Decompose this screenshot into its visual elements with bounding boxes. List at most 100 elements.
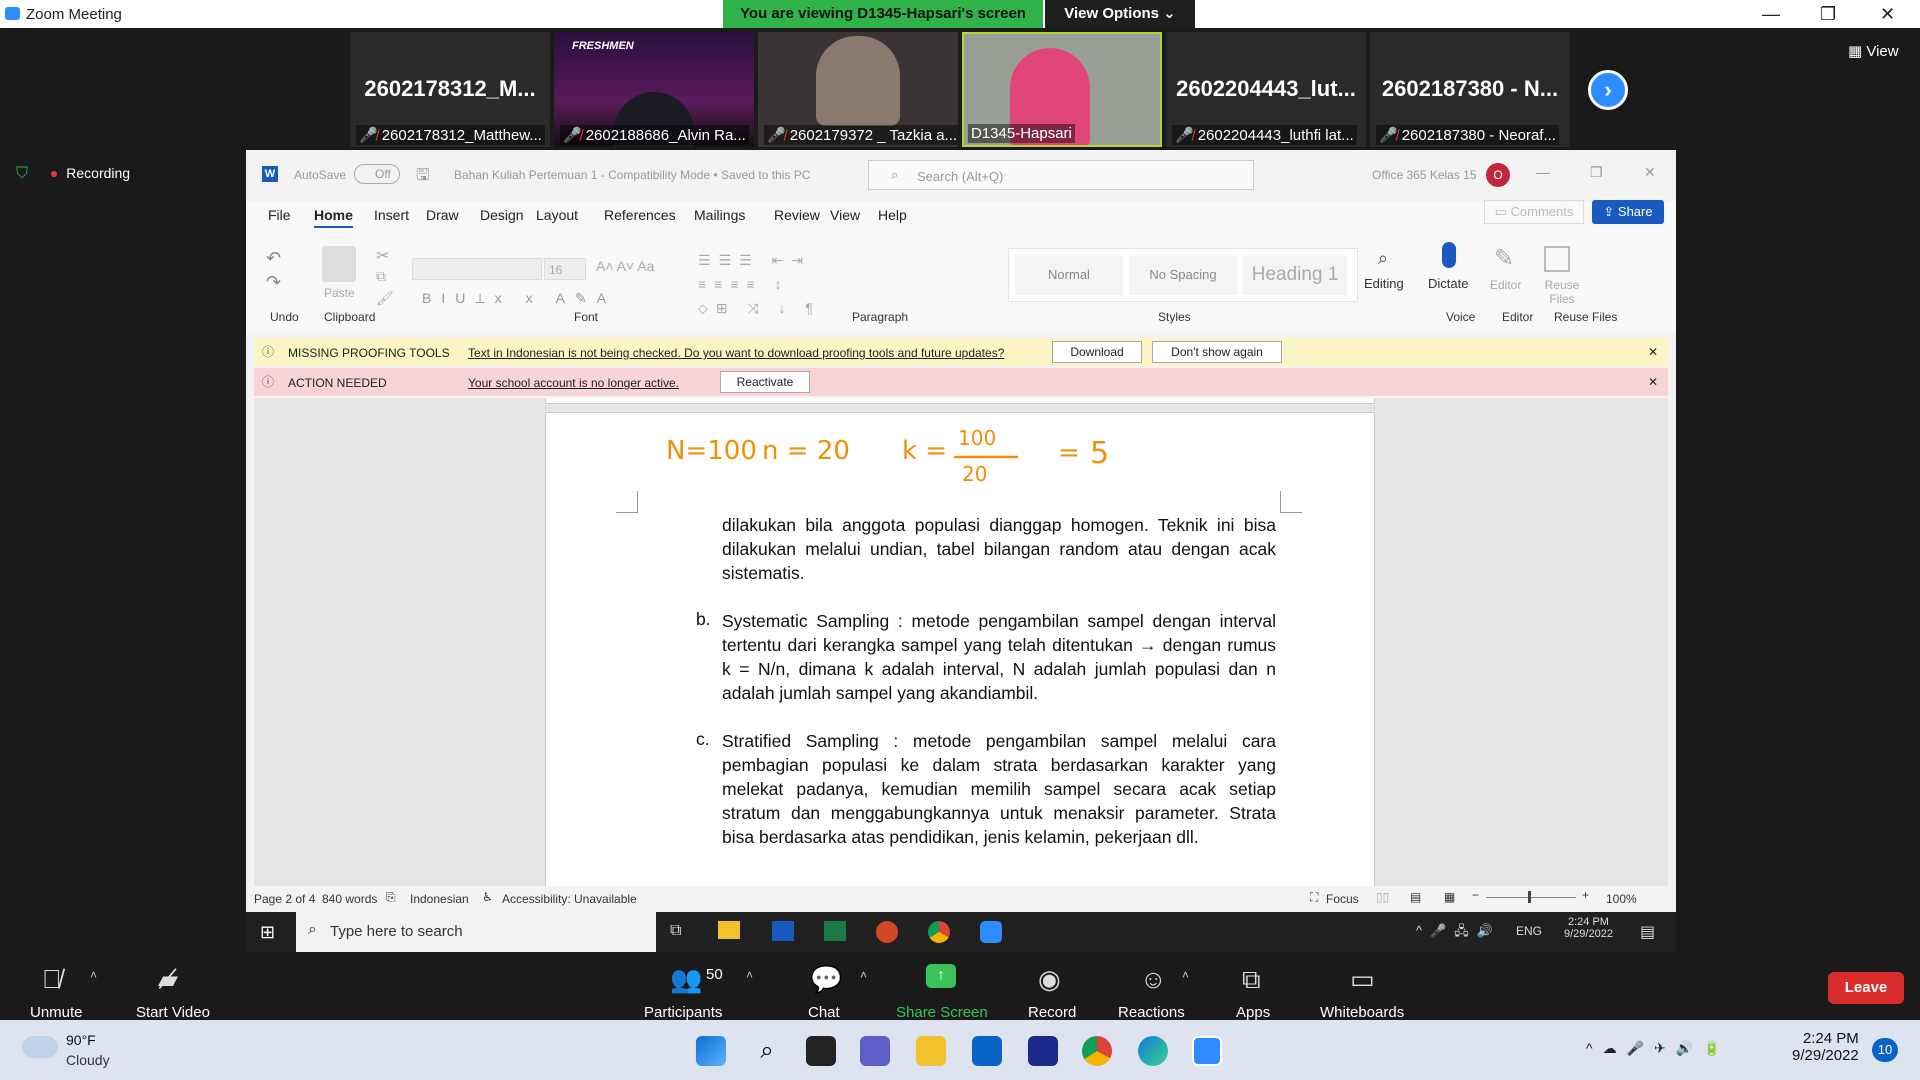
tab-review[interactable]: Review [774,207,820,223]
system-tray-icons[interactable]: ^☁🎤✈🔊🔋 [1586,1040,1731,1057]
participant-tile[interactable]: 2602187380 - N... 🎤̸ 2602187380 - Neoraf.… [1370,32,1570,147]
system-tray-icons[interactable]: ^🎤🖧🔊 [1416,922,1501,944]
tab-insert[interactable]: Insert [374,207,409,223]
participant-tile[interactable]: FRESHMEN 🎤̸ 2602188686_Alvin Ra... [554,32,754,147]
chevron-up-icon[interactable]: ˄ [860,968,867,982]
participants-button[interactable]: Participants [644,1004,722,1021]
participant-tile[interactable]: 2602204443_lut... 🎤̸ 2602204443_luthfi la… [1166,32,1366,147]
copy-icon[interactable]: ⧉ [376,268,386,285]
focus-button[interactable]: Focus [1326,892,1359,906]
chevron-up-icon[interactable]: ˄ [746,968,753,982]
paragraph-align-icons[interactable]: ≡≡≡≡ ↕ [698,276,790,292]
zoom-icon[interactable] [1192,1036,1222,1066]
paragraph-list-icons[interactable]: ☰☰☰ ⇤⇥ [698,252,811,269]
clock[interactable]: 2:24 PM 9/29/2022 [1792,1030,1859,1064]
tab-design[interactable]: Design [480,207,524,223]
share-screen-icon[interactable]: ↑ [926,964,956,988]
zoom-in-icon[interactable]: + [1582,888,1589,902]
avatar[interactable]: O [1486,163,1510,187]
search-box[interactable]: ⌕ Search (Alt+Q) [868,160,1254,190]
tab-help[interactable]: Help [878,207,907,223]
close-icon[interactable]: ✕ [1648,375,1658,389]
windows-start-icon[interactable] [696,1036,726,1066]
view-options-button[interactable]: View Options ⌄ [1045,0,1195,28]
tab-file[interactable]: File [268,207,291,223]
record-icon[interactable]: ◉ [1038,964,1061,995]
muted-microphone-icon[interactable]: 🎙̸ [42,964,62,995]
document-title[interactable]: Bahan Kuliah Pertemuan 1 - Compatibility… [454,168,810,182]
apps-button[interactable]: Apps [1236,1004,1270,1021]
minimize-icon[interactable]: — [1762,4,1780,25]
zoom-app-icon[interactable] [980,921,1002,943]
chrome-icon[interactable] [1082,1036,1112,1066]
font-name-select[interactable] [412,258,542,280]
notification-badge[interactable]: 10 [1872,1038,1898,1062]
record-button[interactable]: Record [1028,1004,1076,1021]
proofing-icon[interactable]: ⎘ [386,890,396,905]
web-layout-icon[interactable]: ▦ [1444,890,1455,904]
view-button[interactable]: ▦ View [1848,42,1899,60]
unmute-button[interactable]: Unmute [30,1004,83,1021]
edge-icon[interactable] [1138,1036,1168,1066]
style-heading-1[interactable]: Heading 1 [1243,255,1347,295]
apps-icon[interactable]: ⧉ [1242,964,1261,996]
reuse-files-button[interactable]: Reuse Files [1542,278,1582,306]
file-explorer-icon[interactable] [916,1036,946,1066]
redo-icon[interactable]: ↷ [266,272,281,293]
paste-icon[interactable] [322,246,356,282]
close-icon[interactable]: ✕ [1644,164,1656,181]
whiteboard-icon[interactable]: ▭ [1350,964,1375,995]
autosave-toggle[interactable]: Off [354,164,400,184]
download-button[interactable]: Download [1052,341,1142,363]
participant-tile-active[interactable]: D1345-Hapsari [962,32,1162,147]
undo-icon[interactable]: ↶ [266,248,281,269]
proofing-message-link[interactable]: Text in Indonesian is not being checked.… [468,346,1004,360]
tab-layout[interactable]: Layout [536,207,578,223]
print-layout-icon[interactable]: ▤ [1410,890,1421,904]
word-app-icon[interactable] [772,921,794,941]
restore-icon[interactable]: ❐ [1590,164,1603,181]
excel-app-icon[interactable] [824,921,846,941]
accessibility-status[interactable]: Accessibility: Unavailable [502,892,637,906]
action-message-link[interactable]: Your school account is no longer active. [468,376,679,390]
reactivate-button[interactable]: Reactivate [720,371,810,393]
comments-button[interactable]: ▭ Comments [1484,200,1584,224]
language[interactable]: Indonesian [410,892,469,906]
microphone-icon[interactable] [1442,242,1456,268]
teams-chat-icon[interactable] [860,1036,890,1066]
find-icon[interactable]: ⌕ [1378,248,1388,269]
font-size-select[interactable]: 16 [544,258,586,280]
app-icon[interactable] [1028,1036,1058,1066]
notification-icon[interactable]: ▤ [1640,922,1655,942]
language-indicator[interactable]: ENG [1516,924,1542,938]
search-icon[interactable]: ⌕ [752,1036,782,1066]
reactions-button[interactable]: Reactions [1118,1004,1185,1021]
page-count[interactable]: Page 2 of 4 [254,892,315,906]
tab-draw[interactable]: Draw [426,207,459,223]
tab-home[interactable]: Home [314,207,353,228]
paragraph-extra-icons[interactable]: ⬦⊞ ⤨ ↓ ¶ [698,300,821,317]
share-screen-button[interactable]: Share Screen [896,1004,988,1021]
chat-button[interactable]: Chat [808,1004,840,1021]
style-normal[interactable]: Normal [1015,255,1123,295]
file-explorer-icon[interactable] [718,921,740,939]
windows-start-icon[interactable]: ⊞ [260,922,275,943]
editing-button[interactable]: Editing [1364,276,1404,291]
powerpoint-app-icon[interactable] [876,921,898,943]
taskbar-search[interactable]: ⌕ Type here to search [296,912,656,952]
format-painter-icon[interactable]: 🖌 [376,290,394,307]
minimize-icon[interactable]: — [1536,164,1550,180]
editor-button[interactable]: Editor [1490,278,1521,292]
dont-show-again-button[interactable]: Don't show again [1152,341,1282,363]
task-view-icon[interactable] [806,1036,836,1066]
zoom-out-icon[interactable]: − [1472,888,1479,902]
start-video-button[interactable]: Start Video [136,1004,210,1021]
tab-view[interactable]: View [830,207,860,223]
reactions-icon[interactable]: ☺ [1140,964,1167,995]
participant-tile[interactable]: 2602178312_M... 🎤̸ 2602178312_Matthew... [350,32,550,147]
mail-icon[interactable] [972,1036,1002,1066]
weather-temp[interactable]: 90°F [66,1032,96,1048]
chat-icon[interactable]: 💬 [810,964,842,995]
next-page-button[interactable]: › [1588,70,1628,110]
participants-icon[interactable]: 👥 [670,964,702,995]
